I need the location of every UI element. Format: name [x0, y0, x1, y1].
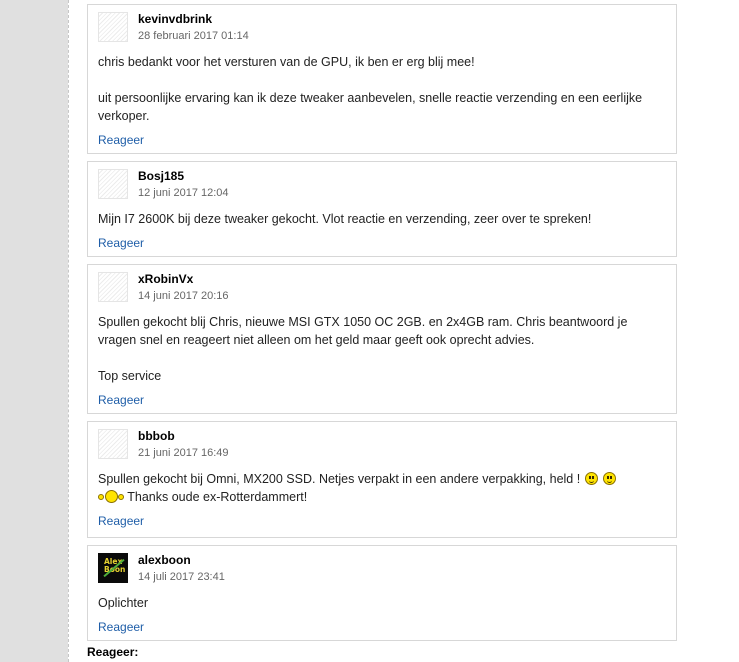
- reaction-body: chris bedankt voor het versturen van de …: [88, 47, 676, 125]
- reaction-text: Oplichter: [98, 596, 149, 610]
- smiley-icon: [603, 472, 617, 485]
- reaction-item: bbbob 21 juni 2017 16:49 Spullen gekocht…: [87, 421, 677, 538]
- avatar[interactable]: [98, 169, 128, 199]
- reaction-text-part: Spullen gekocht bij Omni, MX200 SSD. Net…: [98, 472, 581, 486]
- reaction-text-part: Thanks oude ex-Rotterdammert!: [124, 490, 308, 504]
- reaction-body: Spullen gekocht blij Chris, nieuwe MSI G…: [88, 307, 676, 385]
- username[interactable]: kevinvdbrink: [138, 12, 212, 26]
- reaction-body: Oplichter: [88, 588, 676, 612]
- reaction-text: uit persoonlijke ervaring kan ik deze tw…: [98, 91, 643, 123]
- reaction-date: 14 juni 2017 20:16: [138, 290, 229, 302]
- reaction-item: Bosj185 12 juni 2017 12:04 Mijn I7 2600K…: [87, 161, 677, 257]
- applause-smiley-icon: [98, 490, 124, 503]
- avatar[interactable]: Alex Boon: [98, 553, 128, 583]
- reaction-text: chris bedankt voor het versturen van de …: [98, 55, 475, 69]
- avatar[interactable]: [98, 429, 128, 459]
- reply-link[interactable]: Reageer: [88, 228, 676, 254]
- reaction-header: Bosj185 12 juni 2017 12:04: [88, 162, 676, 204]
- reaction-item: kevinvdbrink 28 februari 2017 01:14 chri…: [87, 4, 677, 154]
- reaction-text: Spullen gekocht blij Chris, nieuwe MSI G…: [98, 315, 628, 347]
- reaction-header: xRobinVx 14 juni 2017 20:16: [88, 265, 676, 307]
- reply-link[interactable]: Reageer: [88, 385, 676, 411]
- reaction-item: xRobinVx 14 juni 2017 20:16 Spullen geko…: [87, 264, 677, 414]
- reaction-date: 21 juni 2017 16:49: [138, 447, 229, 459]
- reaction-thread: kevinvdbrink 28 februari 2017 01:14 chri…: [87, 4, 677, 648]
- reaction-header: Alex Boon alexboon 14 juli 2017 23:41: [88, 546, 676, 588]
- reaction-text: Spullen gekocht bij Omni, MX200 SSD. Net…: [98, 470, 666, 506]
- reply-link[interactable]: Reageer: [88, 506, 676, 532]
- reply-form-heading: Reageer:: [87, 645, 139, 659]
- reaction-body: Mijn I7 2600K bij deze tweaker gekocht. …: [88, 204, 676, 228]
- reaction-header: kevinvdbrink 28 februari 2017 01:14: [88, 5, 676, 47]
- avatar[interactable]: [98, 12, 128, 42]
- reaction-date: 28 februari 2017 01:14: [138, 30, 249, 42]
- reaction-body: Spullen gekocht bij Omni, MX200 SSD. Net…: [88, 464, 676, 506]
- reaction-date: 12 juni 2017 12:04: [138, 187, 229, 199]
- username[interactable]: Bosj185: [138, 169, 184, 183]
- reaction-date: 14 juli 2017 23:41: [138, 571, 225, 583]
- reply-link[interactable]: Reageer: [88, 125, 676, 151]
- username[interactable]: bbbob: [138, 429, 175, 443]
- reaction-text: Mijn I7 2600K bij deze tweaker gekocht. …: [98, 212, 592, 226]
- username[interactable]: xRobinVx: [138, 272, 193, 286]
- gutter-divider: [68, 0, 69, 662]
- reaction-header: bbbob 21 juni 2017 16:49: [88, 422, 676, 464]
- reaction-text: Top service: [98, 369, 162, 383]
- username[interactable]: alexboon: [138, 553, 191, 567]
- reply-link[interactable]: Reageer: [88, 612, 676, 638]
- avatar[interactable]: [98, 272, 128, 302]
- smiley-icon: [584, 472, 598, 485]
- reaction-item: Alex Boon alexboon 14 juli 2017 23:41 Op…: [87, 545, 677, 641]
- left-gutter: [0, 0, 68, 662]
